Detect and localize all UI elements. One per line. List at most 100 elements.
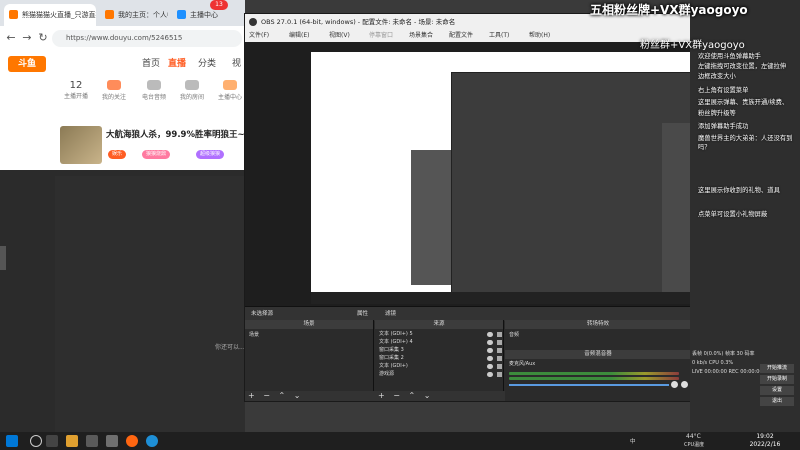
eye-icon[interactable]: [487, 372, 493, 377]
source-label: 游戏源: [379, 371, 395, 377]
gear-icon[interactable]: [681, 381, 688, 388]
nav-more[interactable]: 视: [232, 57, 241, 71]
sources-pane: 来源 文本 (GDI+) 5 文本 (GDI+) 4 窗口采集 3 窗口采集 2…: [375, 320, 506, 401]
source-label: 文本 (GDI+): [379, 363, 408, 369]
start-stream-button[interactable]: 开始推流: [760, 364, 794, 373]
menu-help[interactable]: 帮助(H): [529, 30, 550, 42]
mixer-pane: 转场特效 音频 音频混音器 麦克风/Aux: [505, 320, 691, 401]
chat-line: 粉丝牌升级等: [698, 110, 736, 117]
mixer-track-mic: 麦克风/Aux: [509, 361, 536, 367]
source-item[interactable]: 文本 (GDI+) 5: [379, 331, 502, 339]
browser-tab-streamer-center[interactable]: 主播中心: [172, 4, 242, 26]
eye-icon[interactable]: [487, 364, 493, 369]
mixer-track-audio: 音频: [509, 332, 520, 338]
lock-icon[interactable]: [497, 340, 502, 345]
source-item[interactable]: 窗口采集 3: [379, 347, 502, 355]
scenes-controls[interactable]: + − ⌃ ⌄: [245, 391, 376, 401]
no-source-label: 未选择源: [251, 311, 274, 317]
chat-line: 左键拖拽可改变位置，左键拉伸: [698, 63, 787, 70]
forward-icon[interactable]: →: [20, 31, 34, 45]
lock-icon[interactable]: [497, 364, 502, 369]
stat-audio[interactable]: 电台音频: [134, 80, 174, 101]
side-scroll-handle[interactable]: [0, 246, 6, 270]
tab-label: 主播中心: [190, 11, 218, 19]
file-explorer-icon[interactable]: [66, 435, 78, 447]
douyu-favicon-icon: [105, 10, 114, 19]
nav-category[interactable]: 分类: [198, 57, 216, 71]
audio-wave-icon: [147, 80, 161, 90]
filters-button[interactable]: 滤镜: [385, 309, 396, 317]
tab-count-badge: 13: [210, 0, 228, 10]
menu-edit[interactable]: 编辑(E): [289, 30, 309, 42]
firefox-icon[interactable]: [126, 435, 138, 447]
sources-controls[interactable]: + − ⌃ ⌄: [375, 391, 506, 401]
search-icon[interactable]: [30, 435, 42, 447]
sources-header: 来源: [375, 320, 503, 329]
properties-button[interactable]: 属性: [357, 309, 368, 317]
edge-icon[interactable]: [146, 435, 158, 447]
stat-my-room[interactable]: 我的房间: [172, 80, 212, 101]
lock-icon[interactable]: [497, 372, 502, 377]
mic-level-meter: [509, 372, 679, 375]
stat-label: 主播开播: [63, 93, 88, 100]
mic-volume-slider[interactable]: [509, 384, 669, 386]
settings-button[interactable]: 设置: [760, 386, 794, 395]
menu-file[interactable]: 文件(F): [249, 30, 269, 42]
url-input[interactable]: https://www.douyu.com/5246515: [52, 30, 242, 47]
exit-button[interactable]: 退出: [760, 397, 794, 406]
stat-streamer-center[interactable]: 主播中心: [210, 80, 245, 101]
windows-start-icon[interactable]: [6, 435, 18, 447]
stat-label: 电台音频: [141, 94, 166, 101]
room-thumbnail[interactable]: [60, 126, 102, 164]
chat-line: 这里展示弹幕、贵族开通/续费、: [698, 99, 789, 106]
source-label: 文本 (GDI+) 4: [379, 339, 413, 345]
preview-nested-capture: [311, 52, 691, 294]
room-tag: 超级狼狼: [196, 150, 225, 159]
tab-label: 熊猫猫猫火直播_只游直播_斗鱼: [22, 11, 96, 19]
clock[interactable]: 19:02 2022/2/16: [740, 433, 790, 449]
weather-label: CPU温度: [684, 442, 705, 448]
obs-logo-icon: [249, 18, 257, 26]
menu-scene-collection[interactable]: 场景集合: [409, 30, 433, 42]
menu-tools[interactable]: 工具(T): [489, 30, 509, 42]
stat-live-count[interactable]: 12 主播开播: [56, 80, 96, 100]
eye-icon[interactable]: [487, 332, 493, 337]
lock-icon[interactable]: [497, 348, 502, 353]
video-player[interactable]: 你还可以...: [55, 176, 245, 432]
menu-profile[interactable]: 配置文件: [449, 30, 473, 42]
menu-view[interactable]: 视图(V): [329, 30, 350, 42]
browser-tab-profile[interactable]: 我的主页：个人中心 - 斗鱼: [100, 4, 168, 26]
nav-home[interactable]: 首页: [142, 57, 160, 71]
source-item[interactable]: 文本 (GDI+) 4: [379, 339, 502, 347]
url-text: https://www.douyu.com/5246515: [66, 34, 183, 42]
weather-temp[interactable]: 44°C: [686, 433, 701, 440]
room-card[interactable]: 大航海狼人杀，99.9%胜率明狼王~！ 娱乐 狼狼烧鼎 超级狼狼: [0, 120, 245, 170]
source-item[interactable]: 游戏源: [379, 371, 502, 379]
scene-item[interactable]: 场景: [249, 332, 259, 340]
source-item[interactable]: 窗口采集 2: [379, 355, 502, 363]
douyu-logo[interactable]: 斗鱼: [8, 56, 46, 72]
browser-tab-douyu-live[interactable]: 熊猫猫猫火直播_只游直播_斗鱼: [4, 4, 96, 26]
task-view-icon[interactable]: [46, 435, 58, 447]
source-item[interactable]: 文本 (GDI+): [379, 363, 502, 371]
start-record-button[interactable]: 开始录制: [760, 375, 794, 384]
menu-docks[interactable]: 停靠窗口: [369, 30, 393, 42]
eye-icon[interactable]: [487, 340, 493, 345]
input-language[interactable]: 中: [630, 437, 636, 445]
lock-icon[interactable]: [497, 356, 502, 361]
back-icon[interactable]: ←: [4, 31, 18, 45]
reload-icon[interactable]: ↻: [36, 31, 50, 45]
room-title[interactable]: 大航海狼人杀，99.9%胜率明狼王~！: [106, 128, 245, 140]
stat-follow[interactable]: 我的关注: [94, 80, 134, 101]
nav-live[interactable]: 直播: [168, 57, 186, 71]
eye-icon[interactable]: [487, 348, 493, 353]
anchor-app-icon[interactable]: [86, 435, 98, 447]
preview-nested-obs-inner: [662, 123, 691, 293]
eye-icon[interactable]: [487, 356, 493, 361]
lock-icon[interactable]: [497, 332, 502, 337]
mute-icon[interactable]: [671, 381, 678, 388]
obs-preview[interactable]: [245, 42, 691, 306]
mixer-sub-header: 音频混音器: [505, 350, 691, 359]
obs-taskbar-icon[interactable]: [106, 435, 118, 447]
preview-nested-taskbar: [311, 292, 691, 304]
